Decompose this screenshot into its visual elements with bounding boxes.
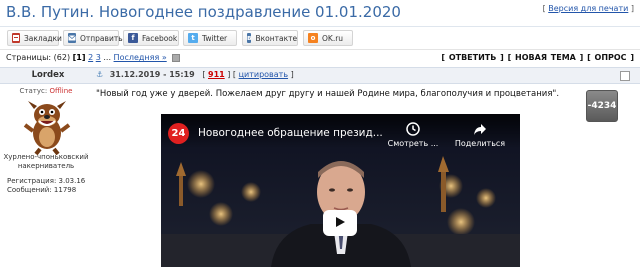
reply-button[interactable]: [ ОТВЕТИТЬ ] [441,53,503,62]
clock-icon [383,122,443,136]
quote-link[interactable]: цитировать [239,70,288,79]
rating-badge[interactable]: -4234 [586,90,618,122]
play-button[interactable] [323,210,357,236]
author-panel: Статус: Offline Хурлено-чпоньковский нак… [0,85,92,267]
bookmarks-button[interactable]: Закладки [7,30,62,46]
page-link-2[interactable]: 2 [88,53,93,62]
new-topic-button[interactable]: [ НОВАЯ ТЕМА ] [508,53,584,62]
poll-button[interactable]: [ ОПРОС ] [587,53,634,62]
watch-later-button[interactable]: Смотреть ... [383,122,443,148]
post-meta: ⚓ 31.12.2019 - 15:19 [ 911 ] [ цитироват… [96,70,294,79]
post-author[interactable]: Lordex [0,70,96,80]
channel-logo[interactable]: 24 [168,123,189,144]
bookmark-icon [12,33,20,43]
facebook-icon: f [128,33,138,43]
vk-icon: в [247,33,252,43]
registration-date: Регистрация: 3.03.16 [7,177,86,185]
avatar [22,97,72,156]
mail-icon [68,33,76,43]
share-bar: Закладки Отправить f Facebook t Twitter вВ… [0,26,640,48]
print-version: [ Версия для печати ] [542,4,634,13]
ok-icon: o [308,33,318,43]
current-page: [1] [72,53,86,62]
topic-actions: [ ОТВЕТИТЬ ] [ НОВАЯ ТЕМА ] [ ОПРОС ] [441,53,634,62]
page-link-3[interactable]: 3 [96,53,101,62]
page-header: В.В. Путин. Новогоднее поздравление 01.0… [0,0,640,26]
vk-button[interactable]: в Вконтакте [242,30,298,46]
status-offline: Offline [49,87,73,95]
post-header: Lordex ⚓ 31.12.2019 - 15:19 [ 911 ] [ ци… [0,67,640,84]
page-title: В.В. Путин. Новогоднее поздравление 01.0… [6,3,401,21]
share-arrow-icon [450,122,510,136]
video-title[interactable]: Новогоднее обращение презид... [198,127,383,139]
last-page-link[interactable]: Последняя » [114,53,167,62]
ok-button[interactable]: o OK.ru [303,30,353,46]
share-video-button[interactable]: Поделиться [450,122,510,148]
twitter-button[interactable]: t Twitter [183,30,237,46]
message-count: Сообщений: 11798 [7,186,77,194]
print-version-link[interactable]: Версия для печати [548,4,628,13]
topic-nav: Страницы: (62) [1] 2 3 ... Последняя » [… [0,49,640,67]
post-number-link[interactable]: 911 [208,70,225,79]
user-title: Хурлено-чпоньковский накерниватель [3,153,89,170]
video-player[interactable]: 24 Новогоднее обращение презид... Смотре… [161,114,520,267]
post-text: "Новый год уже у дверей. Пожелаем друг д… [96,89,560,99]
user-stats: Регистрация: 3.03.16 Сообщений: 11798 [7,177,85,195]
dropdown-icon[interactable] [172,53,181,62]
select-post-checkbox[interactable] [620,71,630,81]
post-date: 31.12.2019 - 15:19 [109,70,195,79]
send-button[interactable]: Отправить [63,30,123,46]
play-icon [334,216,346,230]
pagination: Страницы: (62) [1] 2 3 ... Последняя » [6,53,181,62]
twitter-icon: t [188,33,198,43]
anchor-icon[interactable]: ⚓ [96,70,103,79]
facebook-button[interactable]: f Facebook [123,30,179,46]
user-status: Статус: Offline [19,87,73,95]
